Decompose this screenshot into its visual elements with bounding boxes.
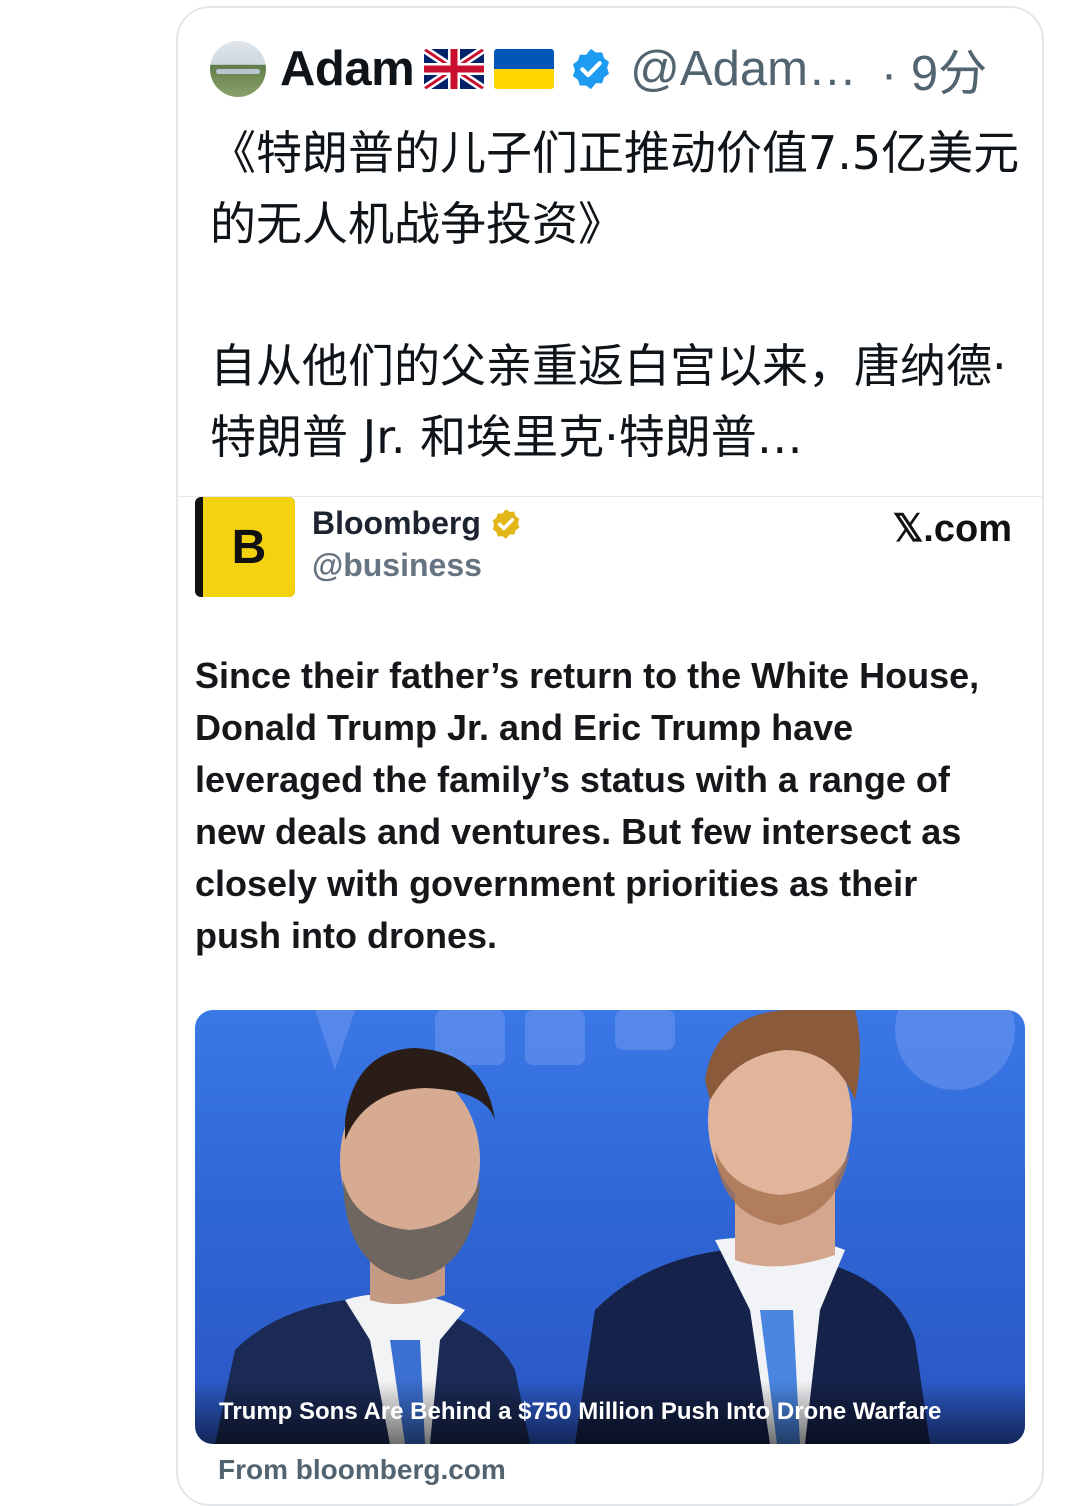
author-name[interactable]: Adam (280, 41, 415, 97)
bloomberg-logo-letter: B (203, 497, 295, 597)
link-source[interactable]: From bloomberg.com (218, 1454, 506, 1486)
tweet-header: Adam @Adam… · 9分 (210, 40, 987, 101)
tweet-text: 《特朗普的儿子们正推动价值7.5亿美元的无人机战争投资》 自从他们的父亲重返白宫… (210, 118, 1020, 473)
embed-body-text: Since their father’s return to the White… (195, 655, 980, 956)
uk-flag-icon (424, 49, 485, 89)
author-handle[interactable]: @Adam… (630, 41, 857, 97)
tweet-text-line: 自从他们的父亲重返白宫以来，唐纳德·特朗普 Jr. 和埃里克·特朗普… (210, 339, 1007, 464)
avatar[interactable] (210, 41, 266, 97)
embed-handle[interactable]: @business (312, 547, 482, 584)
divider (178, 496, 1042, 497)
embed-author[interactable]: Bloomberg (312, 505, 523, 542)
tweet-timestamp[interactable]: · 9分 (881, 34, 987, 105)
ukraine-flag-icon (494, 49, 555, 89)
photo-illustration (215, 1010, 1015, 1444)
gold-verified-badge-icon (492, 508, 520, 539)
photo-caption-overlay: Trump Sons Are Behind a $750 Million Pus… (195, 1380, 1025, 1444)
verified-badge-icon (573, 48, 610, 90)
photo-caption: Trump Sons Are Behind a $750 Million Pus… (219, 1398, 942, 1425)
x-com-source: 𝕏.com (892, 508, 1012, 550)
tweet-text-line: 《特朗普的儿子们正推动价值7.5亿美元的无人机战争投资》 (210, 126, 1020, 251)
article-photo[interactable]: Trump Sons Are Behind a $750 Million Pus… (195, 1010, 1025, 1444)
embed-author-name: Bloomberg (312, 505, 481, 541)
bloomberg-logo[interactable]: B (195, 497, 295, 597)
